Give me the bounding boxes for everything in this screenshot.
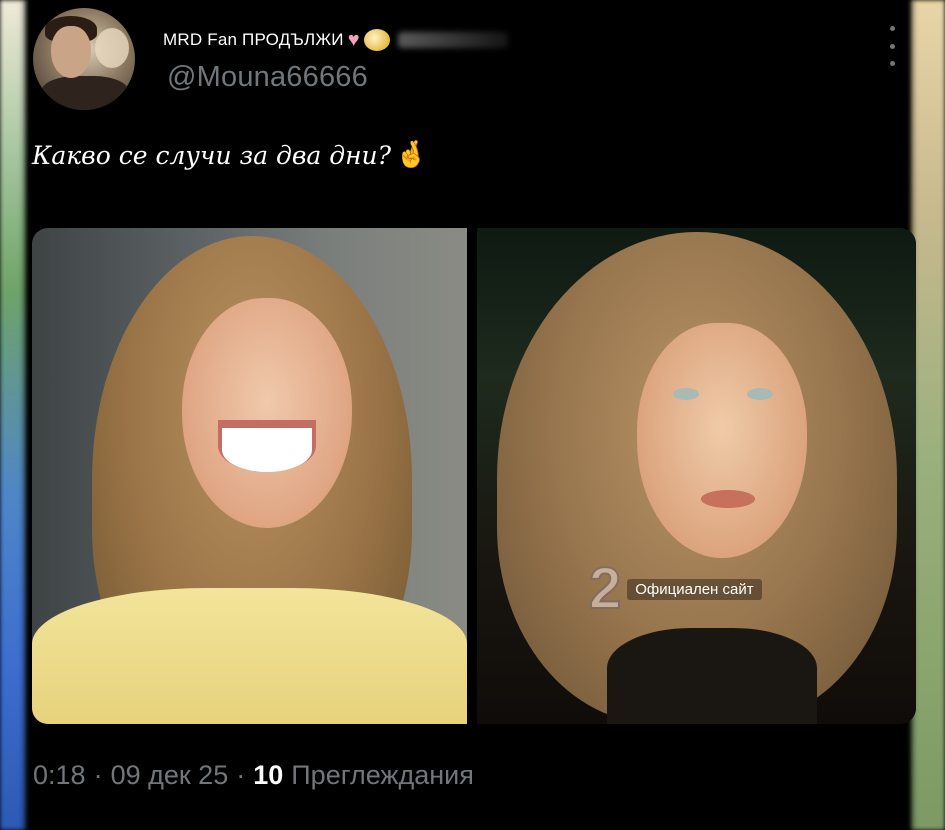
display-name[interactable]: MRD Fan ПРОДЪЛЖИ ♥ [163, 29, 508, 51]
meta-separator: · [236, 760, 246, 790]
tweet-time[interactable]: 0:18 [33, 760, 86, 791]
avatar-photo-highlight [95, 28, 129, 68]
photo-left-smile [222, 428, 312, 472]
left-background-edge [0, 0, 34, 830]
views-count[interactable]: 10 [253, 760, 283, 791]
meta-separator: · [93, 760, 103, 790]
tweet-text: Какво се случи за два дни? 🤞 [32, 140, 427, 170]
more-vertical-icon-dot [889, 43, 895, 49]
more-options-button[interactable] [880, 26, 904, 66]
avatar[interactable] [33, 8, 135, 110]
media-photo-left[interactable] [32, 228, 467, 724]
tweet-meta: 0:18 · 09 дек 25 · 10 Преглеждания [33, 760, 474, 791]
avatar-photo-face [51, 26, 91, 78]
heart-emoji-icon: ♥ [347, 29, 360, 51]
smiley-emoji-icon [363, 29, 390, 51]
photo-right-lips [701, 490, 755, 508]
watermark-text: Официален сайт [627, 578, 762, 600]
photo-right-face [637, 323, 807, 558]
photo-right-eye-left [673, 388, 699, 400]
watermark: 2 Официален сайт [588, 556, 762, 621]
tweet-media[interactable]: 2 Официален сайт [32, 228, 916, 724]
blurred-name-suffix [397, 32, 508, 48]
user-handle[interactable]: @Mouna66666 [167, 61, 368, 94]
avatar-photo-shirt [41, 76, 129, 110]
watermark-logo: 2 [588, 556, 622, 621]
more-vertical-icon-dot [889, 61, 895, 66]
photo-right-top [607, 628, 817, 724]
display-name-text: MRD Fan ПРОДЪЛЖИ [163, 30, 344, 49]
more-vertical-icon-dot [889, 26, 895, 31]
media-photo-right[interactable]: 2 Официален сайт [477, 228, 916, 724]
photo-left-shirt [32, 588, 467, 724]
crossed-fingers-emoji-icon: 🤞 [395, 140, 428, 170]
photo-right-eye-right [747, 388, 773, 400]
right-background-edge [901, 0, 945, 830]
views-label[interactable]: Преглеждания [291, 760, 474, 791]
photo-left-face [182, 298, 352, 528]
tweet-text-body: Какво се случи за два дни? [32, 140, 392, 170]
tweet-date[interactable]: 09 дек 25 [111, 760, 229, 791]
